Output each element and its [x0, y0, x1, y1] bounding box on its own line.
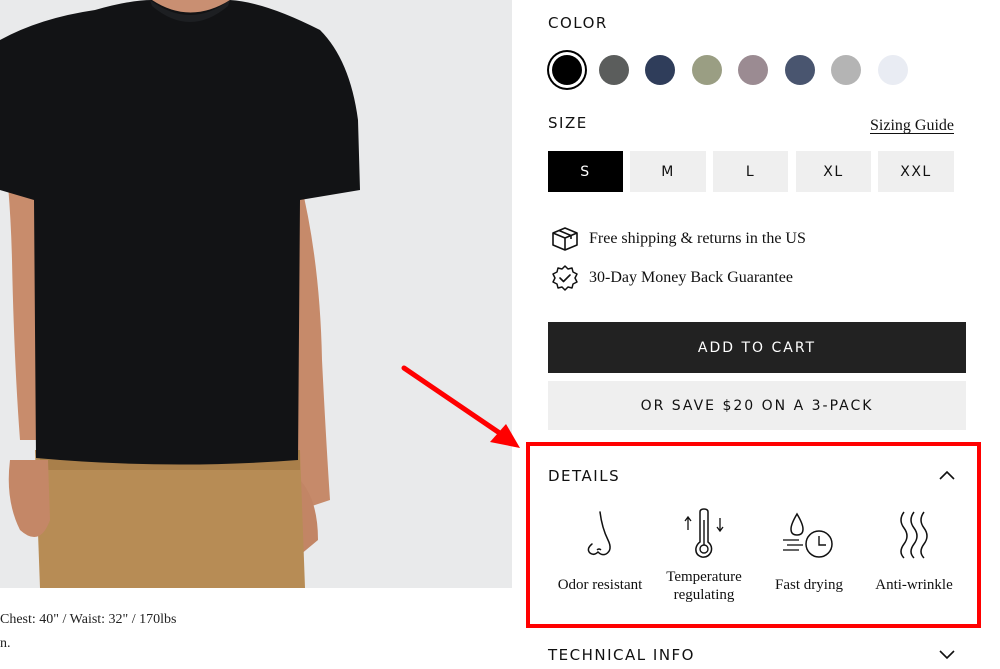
- annotation-arrow: [401, 365, 520, 448]
- size-option-xxl[interactable]: XXL: [878, 151, 954, 192]
- package-icon: [552, 227, 578, 251]
- size-option-s[interactable]: S: [548, 151, 623, 192]
- guarantee-perk: 30-Day Money Back Guarantee: [551, 264, 793, 292]
- size-option-m[interactable]: M: [630, 151, 706, 192]
- chevron-down-icon[interactable]: [938, 649, 956, 661]
- nose-icon: [587, 511, 611, 556]
- feature-temperature-regulating: Temperature regulating: [652, 508, 756, 604]
- shipping-perk-text: Free shipping & returns in the US: [589, 230, 806, 247]
- color-swatch[interactable]: [738, 55, 768, 85]
- color-swatch[interactable]: [598, 55, 629, 85]
- color-swatch[interactable]: [691, 55, 722, 85]
- size-option-xl[interactable]: XL: [796, 151, 871, 192]
- shipping-perk: Free shipping & returns in the US: [551, 226, 806, 252]
- three-pack-button[interactable]: OR SAVE $20 ON A 3-PACK: [548, 381, 966, 430]
- color-swatch[interactable]: [877, 55, 908, 85]
- feature-anti-wrinkle: Anti-wrinkle: [862, 508, 966, 594]
- details-title[interactable]: DETAILS: [548, 467, 620, 485]
- color-label: COLOR: [548, 14, 608, 32]
- add-to-cart-button[interactable]: ADD TO CART: [548, 322, 966, 373]
- guarantee-perk-text: 30-Day Money Back Guarantee: [589, 269, 793, 286]
- technical-info-title[interactable]: TECHNICAL INFO: [548, 646, 695, 664]
- model-measurements-caption: Chest: 40" / Waist: 32" / 170lbs: [0, 612, 177, 627]
- color-swatch[interactable]: [784, 55, 815, 85]
- badge-check-icon: [552, 265, 578, 291]
- model-tshirt-photo: [0, 0, 512, 588]
- wavy-lines-icon: [900, 511, 928, 559]
- product-image: [0, 0, 512, 588]
- model-caption-continued: n.: [0, 636, 11, 651]
- sizing-guide-link[interactable]: Sizing Guide: [870, 117, 954, 135]
- color-swatch[interactable]: [831, 55, 861, 85]
- feature-odor-resistant: Odor resistant: [548, 508, 652, 594]
- size-option-l[interactable]: L: [713, 151, 788, 192]
- feature-label: Odor resistant: [557, 577, 643, 593]
- size-label: SIZE: [548, 114, 588, 132]
- droplet-clock-icon: [783, 512, 833, 558]
- feature-fast-drying: Fast drying: [756, 508, 862, 594]
- chevron-up-icon[interactable]: [938, 469, 956, 481]
- thermometer-icon: [684, 508, 724, 558]
- feature-label: Anti-wrinkle: [875, 577, 953, 593]
- color-swatch[interactable]: [552, 55, 582, 85]
- color-swatch[interactable]: [645, 55, 675, 85]
- feature-label: Fast drying: [775, 577, 843, 593]
- feature-label: Temperature regulating: [666, 569, 742, 603]
